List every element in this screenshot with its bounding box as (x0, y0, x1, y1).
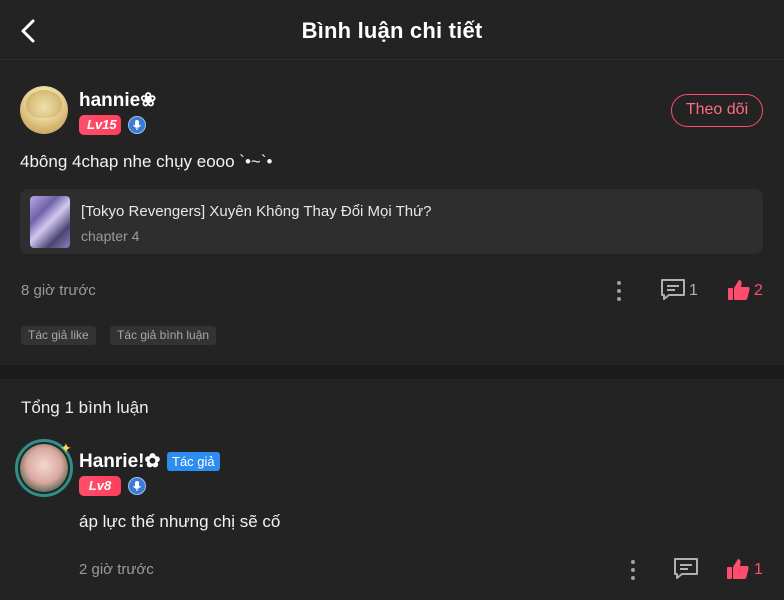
manga-cover-image (30, 196, 70, 248)
manga-card[interactable] (20, 189, 763, 254)
reply-time: 2 giờ trước (79, 561, 154, 578)
like-thumb-icon[interactable] (726, 557, 750, 581)
like-thumb-icon[interactable] (727, 278, 751, 302)
reply-count: 1 (689, 282, 698, 299)
reply-text: áp lực thế nhưng chị sẽ cố (79, 512, 281, 531)
total-comments-label: Tổng 1 bình luận (21, 398, 149, 417)
more-options-icon[interactable] (609, 279, 629, 303)
level-badge: Lv15 (79, 115, 121, 135)
header-divider (0, 59, 784, 60)
avatar[interactable] (20, 86, 68, 134)
more-options-icon[interactable] (623, 558, 643, 582)
reply-icon[interactable] (660, 278, 686, 302)
reply-username[interactable]: Hanrie!✿ (79, 450, 160, 473)
follow-button[interactable]: Theo dõi (671, 94, 763, 127)
sparkle-icon: ✦ (60, 440, 72, 456)
like-count: 2 (754, 282, 763, 299)
comment-time: 8 giờ trước (21, 282, 96, 299)
reply-like-count: 1 (754, 561, 763, 578)
author-tag: Tác giả (167, 452, 220, 471)
tag-author-comment: Tác giả bình luận (110, 326, 217, 345)
comment-text: 4bông 4chap nhe chụy eooo `•~`• (20, 152, 273, 171)
section-divider (0, 365, 784, 379)
page-title: Bình luận chi tiết (301, 18, 483, 43)
manga-chapter: chapter 4 (81, 228, 140, 244)
verified-mic-icon (128, 477, 146, 495)
verified-mic-icon (128, 116, 146, 134)
manga-title[interactable]: [Tokyo Revengers] Xuyên Không Thay Đổi M… (81, 203, 432, 220)
username[interactable]: hannie❀ (79, 89, 156, 112)
tag-author-like: Tác giả like (21, 326, 96, 345)
level-badge: Lv8 (79, 476, 121, 496)
reply-icon[interactable] (673, 557, 699, 581)
